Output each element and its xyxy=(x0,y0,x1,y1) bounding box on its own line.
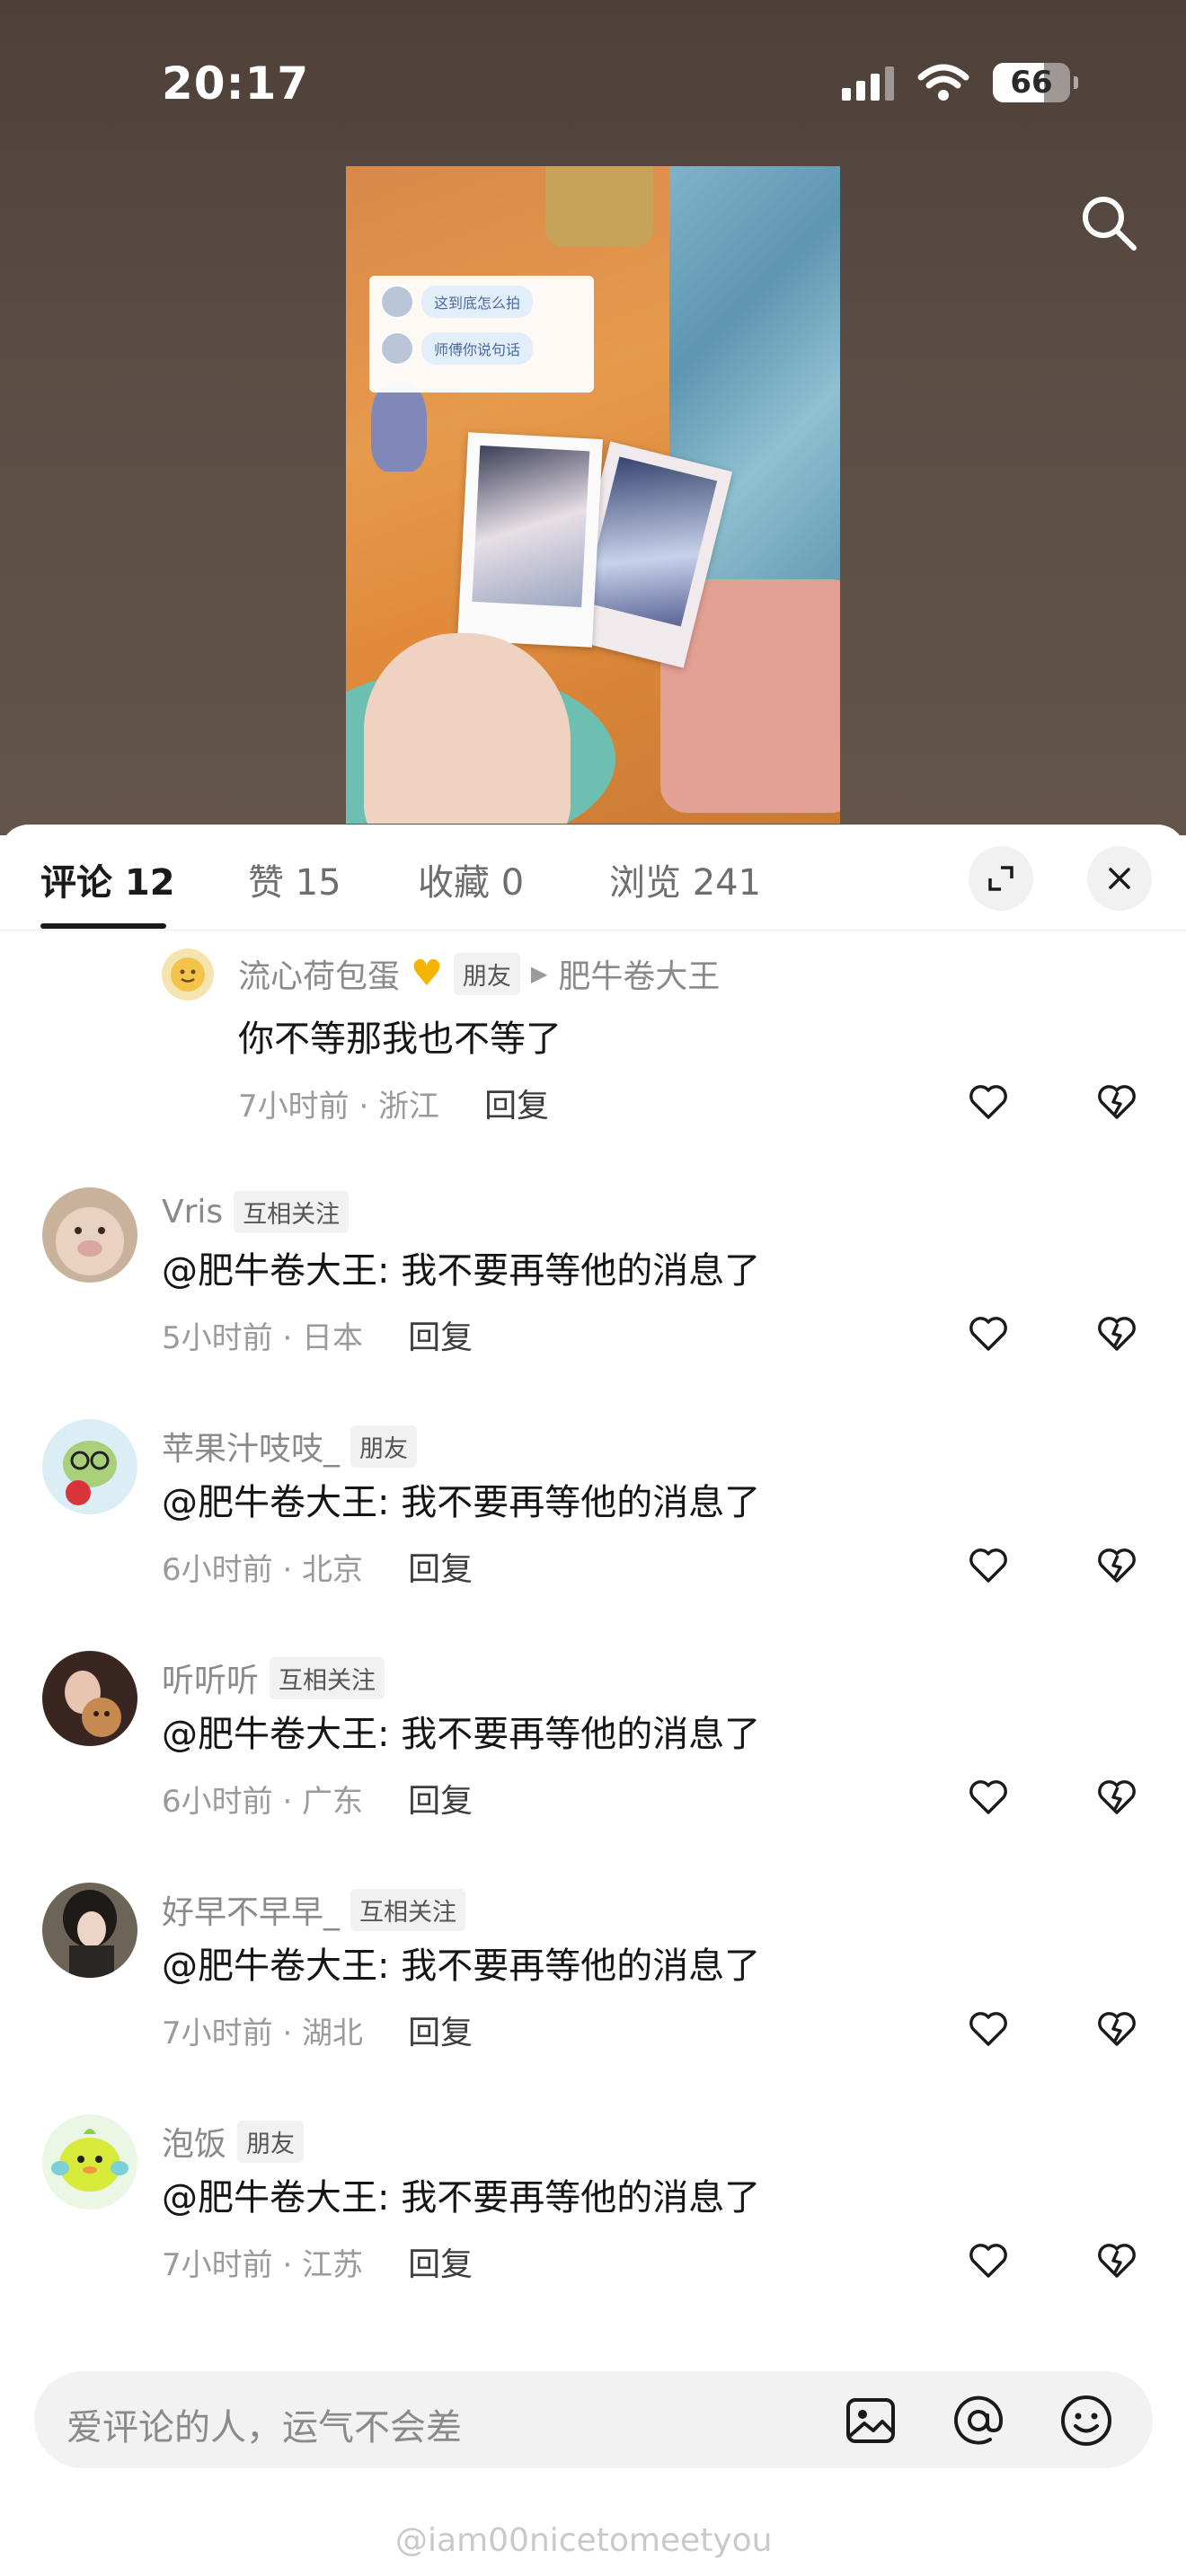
relation-badge: 互相关注 xyxy=(270,1656,385,1699)
like-button[interactable] xyxy=(966,1543,1011,1588)
comment-time: 6小时前 · 广东 xyxy=(162,1783,364,1820)
dislike-button[interactable] xyxy=(1094,1311,1139,1356)
comment-author[interactable]: 听听听 xyxy=(162,1654,259,1701)
chat-bubble: 这到底怎么拍 xyxy=(421,286,534,318)
comment-time: 5小时前 · 日本 xyxy=(162,1319,364,1356)
dislike-button[interactable] xyxy=(1094,1775,1139,1820)
expand-button[interactable] xyxy=(969,846,1033,911)
emoji-icon[interactable] xyxy=(1058,2393,1114,2448)
avatar[interactable] xyxy=(42,1883,137,1978)
comment-time: 7小时前 · 江苏 xyxy=(162,2246,364,2283)
user-avatar-icon xyxy=(162,948,214,1001)
relation-badge: 朋友 xyxy=(350,1425,418,1468)
tab-bar: 评论 12 赞 15 收藏 0 浏览 241 xyxy=(0,825,1186,931)
tab-favorites[interactable]: 收藏 0 xyxy=(418,853,524,905)
video-frame[interactable]: 这到底怎么拍 师傅你说句话 xyxy=(346,166,840,824)
chat-sticker: 这到底怎么拍 师傅你说句话 xyxy=(369,276,594,393)
relation-badge: 互相关注 xyxy=(234,1191,350,1233)
avatar[interactable] xyxy=(162,948,214,1001)
status-time: 20:17 xyxy=(162,57,310,110)
user-avatar-icon xyxy=(42,1651,137,1746)
close-button[interactable] xyxy=(1087,846,1152,911)
expand-icon xyxy=(988,866,1013,891)
comment-sheet: 评论 12 赞 15 收藏 0 浏览 241 流心荷包蛋 ♥ 朋友 ▶ 肥牛卷大… xyxy=(0,825,1186,2576)
comment-time: 6小时前 · 北京 xyxy=(162,1551,364,1588)
user-avatar-icon xyxy=(42,1883,137,1978)
like-button[interactable] xyxy=(966,2007,1011,2051)
tab-views[interactable]: 浏览 241 xyxy=(609,853,761,905)
reply-button[interactable]: 回复 xyxy=(408,1775,473,1822)
reply-arrow-icon: ▶ xyxy=(530,961,548,986)
comment-text: @肥牛卷大王: 我不要再等他的消息了 xyxy=(162,1482,761,1523)
image-icon[interactable] xyxy=(843,2393,898,2448)
tab-underline xyxy=(40,923,166,929)
like-button[interactable] xyxy=(966,1080,1011,1125)
comment-author[interactable]: Vris xyxy=(162,1194,223,1231)
battery-tip xyxy=(1074,76,1078,89)
comment-time: 7小时前 · 浙江 xyxy=(238,1088,440,1125)
avatar xyxy=(380,285,414,319)
reply-button[interactable]: 回复 xyxy=(408,2238,473,2285)
dislike-button[interactable] xyxy=(1094,2238,1139,2283)
comment-input-placeholder: 爱评论的人，运气不会差 xyxy=(66,2407,462,2448)
comment-author[interactable]: 好早不早早_ xyxy=(162,1886,340,1933)
like-button[interactable] xyxy=(966,1775,1011,1820)
dislike-button[interactable] xyxy=(1094,2007,1139,2051)
video-backdrop: 20:17 66 这到底怎么拍 师傅你说句话 xyxy=(0,0,1186,835)
user-avatar-icon xyxy=(42,1187,137,1283)
reply-button[interactable]: 回复 xyxy=(408,1543,473,1590)
comment-text: @肥牛卷大王: 我不要再等他的消息了 xyxy=(162,1945,761,1987)
close-icon xyxy=(1109,868,1130,889)
comment-time: 7小时前 · 湖北 xyxy=(162,2015,364,2051)
like-button[interactable] xyxy=(966,2238,1011,2283)
user-avatar-icon xyxy=(42,1419,137,1514)
avatar[interactable] xyxy=(42,1419,137,1514)
like-button[interactable] xyxy=(966,1311,1011,1356)
dislike-button[interactable] xyxy=(1094,1080,1139,1125)
watermark: @iam00nicetomeetyou xyxy=(395,2522,773,2559)
tab-comments[interactable]: 评论 12 xyxy=(40,853,175,905)
reply-button[interactable]: 回复 xyxy=(408,2007,473,2053)
dislike-button[interactable] xyxy=(1094,1543,1139,1588)
avatar[interactable] xyxy=(42,1187,137,1283)
relation-badge: 朋友 xyxy=(237,2120,305,2163)
at-icon[interactable] xyxy=(951,2393,1006,2448)
user-avatar-icon xyxy=(42,2114,137,2210)
wifi-icon xyxy=(917,64,969,101)
chat-bubble: 师傅你说句话 xyxy=(421,332,534,365)
tab-likes[interactable]: 赞 15 xyxy=(248,853,341,905)
relation-badge: 朋友 xyxy=(453,952,520,995)
relation-badge: 互相关注 xyxy=(350,1888,466,1931)
avatar xyxy=(380,331,414,366)
comment-text: @肥牛卷大王: 我不要再等他的消息了 xyxy=(162,1250,761,1292)
status-icons: 66 xyxy=(842,63,1078,102)
avatar[interactable] xyxy=(42,2114,137,2210)
reply-button[interactable]: 回复 xyxy=(408,1311,473,1358)
cellular-signal-icon xyxy=(842,65,894,101)
comment-text: 你不等那我也不等了 xyxy=(238,1019,562,1060)
yellow-heart-icon: ♥ xyxy=(411,953,443,994)
comment-text: @肥牛卷大王: 我不要再等他的消息了 xyxy=(162,1714,761,1755)
polaroid-photo xyxy=(457,432,603,648)
battery-level: 66 xyxy=(1010,65,1053,101)
reply-button[interactable]: 回复 xyxy=(484,1080,549,1126)
comment-text: @肥牛卷大王: 我不要再等他的消息了 xyxy=(162,2177,761,2219)
comment-author[interactable]: 流心荷包蛋 xyxy=(238,950,400,997)
comment-input[interactable]: 爱评论的人，运气不会差 xyxy=(34,2371,1153,2468)
search-icon[interactable] xyxy=(1076,190,1141,255)
battery-icon: 66 xyxy=(993,63,1070,102)
comment-author[interactable]: 泡饭 xyxy=(162,2118,226,2165)
comment-author[interactable]: 苹果汁吱吱_ xyxy=(162,1423,340,1469)
reply-target[interactable]: 肥牛卷大王 xyxy=(558,950,720,997)
avatar[interactable] xyxy=(42,1651,137,1746)
